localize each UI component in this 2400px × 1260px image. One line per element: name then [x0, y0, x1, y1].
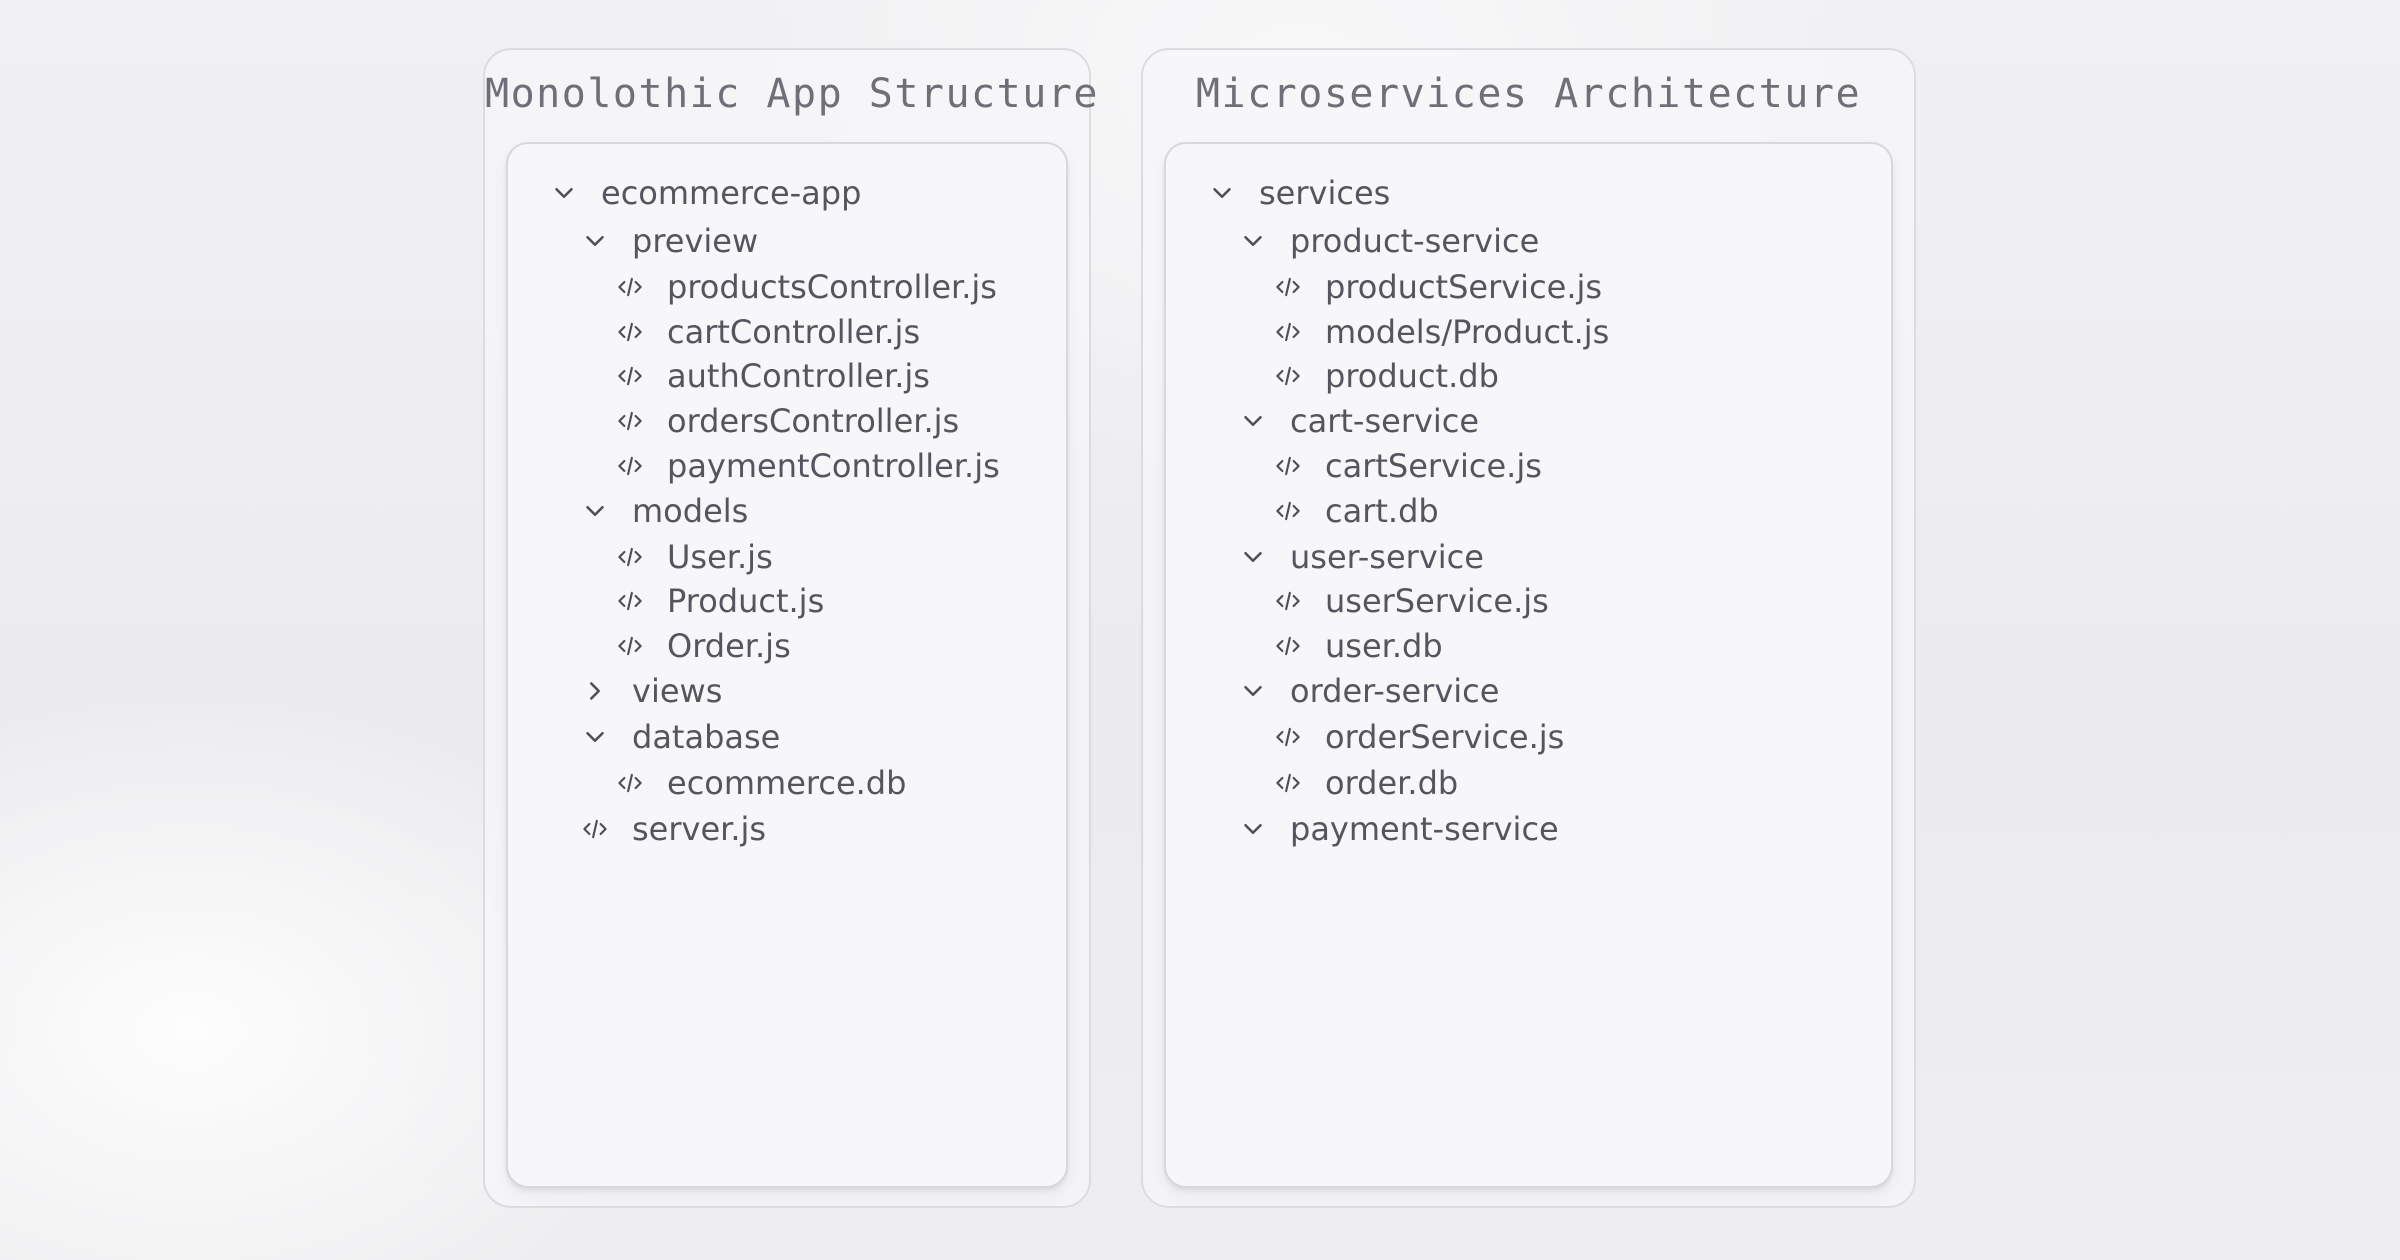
code-icon	[1271, 720, 1305, 754]
code-icon	[613, 359, 647, 393]
tree-item-label: cartController.js	[667, 313, 921, 351]
tree-file-product-db[interactable]: product.db	[1166, 351, 1499, 401]
tree-item-label: cart-service	[1290, 402, 1480, 440]
tree-file-order-js[interactable]: Order.js	[508, 621, 791, 671]
code-icon	[1271, 359, 1305, 393]
monolith-file-tree: ecommerce-app preview productsController.j…	[506, 142, 1068, 1188]
tree-file-productservice-js[interactable]: productService.js	[1166, 262, 1602, 312]
tree-folder-product-service[interactable]: product-service	[1166, 216, 1539, 266]
tree-file-user-db[interactable]: user.db	[1166, 621, 1443, 671]
code-icon	[1271, 494, 1305, 528]
code-icon	[613, 584, 647, 618]
tree-item-label: services	[1259, 174, 1391, 212]
tree-item-label: User.js	[667, 538, 773, 576]
tree-item-label: ecommerce-app	[601, 174, 862, 212]
code-icon	[613, 270, 647, 304]
chevron-down-icon[interactable]	[1236, 224, 1270, 258]
tree-file-paymentcontroller-js[interactable]: paymentController.js	[508, 441, 1000, 491]
tree-file-ecommerce-db[interactable]: ecommerce.db	[508, 758, 906, 808]
microservices-panel: Microservices Architecture services produ…	[1141, 48, 1916, 1208]
tree-item-label: order.db	[1325, 764, 1459, 802]
code-icon	[613, 629, 647, 663]
code-icon	[1271, 584, 1305, 618]
tree-item-label: Order.js	[667, 627, 791, 665]
tree-item-label: payment-service	[1290, 810, 1559, 848]
tree-item-label: product-service	[1290, 222, 1540, 260]
microservices-panel-title: Microservices Architecture	[1195, 71, 1862, 117]
tree-item-label: orderService.js	[1325, 718, 1565, 756]
code-icon	[1271, 270, 1305, 304]
tree-folder-services[interactable]: services	[1166, 168, 1390, 218]
tree-item-label: server.js	[632, 810, 767, 848]
tree-folder-payment-service[interactable]: payment-service	[1166, 804, 1559, 854]
tree-item-label: productsController.js	[667, 268, 997, 306]
tree-item-label: authController.js	[667, 357, 930, 395]
tree-item-label: Product.js	[667, 582, 825, 620]
tree-folder-cart-service[interactable]: cart-service	[1166, 396, 1479, 446]
tree-item-label: user.db	[1325, 627, 1443, 665]
tree-item-label: product.db	[1325, 357, 1499, 395]
tree-file-cart-db[interactable]: cart.db	[1166, 486, 1439, 536]
tree-file-product-js[interactable]: Product.js	[508, 576, 824, 626]
tree-file-userservice-js[interactable]: userService.js	[1166, 576, 1549, 626]
tree-file-server-js[interactable]: server.js	[508, 804, 766, 854]
tree-file-user-js[interactable]: User.js	[508, 532, 773, 582]
chevron-down-icon[interactable]	[1236, 674, 1270, 708]
tree-file-cartservice-js[interactable]: cartService.js	[1166, 441, 1542, 491]
tree-item-label: ecommerce.db	[667, 764, 907, 802]
tree-item-label: paymentController.js	[667, 447, 1000, 485]
monolith-panel-title: Monolothic App Structure	[485, 71, 1099, 117]
tree-item-label: userService.js	[1325, 582, 1549, 620]
tree-folder-database[interactable]: database	[508, 712, 780, 762]
tree-folder-preview[interactable]: preview	[508, 216, 758, 266]
tree-folder-views[interactable]: views	[508, 666, 722, 716]
code-icon	[1271, 449, 1305, 483]
code-icon	[1271, 629, 1305, 663]
tree-file-cartcontroller-js[interactable]: cartController.js	[508, 307, 920, 357]
code-icon	[1271, 766, 1305, 800]
chevron-down-icon[interactable]	[578, 224, 612, 258]
code-icon	[613, 404, 647, 438]
tree-folder-user-service[interactable]: user-service	[1166, 532, 1484, 582]
tree-item-label: models	[632, 492, 749, 530]
tree-item-label: database	[632, 718, 781, 756]
chevron-down-icon[interactable]	[1205, 176, 1239, 210]
microservices-file-tree: services product-service productService.js…	[1164, 142, 1893, 1188]
tree-file-orderservice-js[interactable]: orderService.js	[1166, 712, 1564, 762]
tree-item-label: user-service	[1290, 538, 1484, 576]
tree-item-label: cartService.js	[1325, 447, 1542, 485]
chevron-down-icon[interactable]	[1236, 404, 1270, 438]
tree-file-models-product-js[interactable]: models/Product.js	[1166, 307, 1609, 357]
chevron-down-icon[interactable]	[1236, 812, 1270, 846]
tree-file-order-db[interactable]: order.db	[1166, 758, 1458, 808]
code-icon	[578, 812, 612, 846]
tree-item-label: order-service	[1290, 672, 1500, 710]
tree-file-productscontroller-js[interactable]: productsController.js	[508, 262, 997, 312]
code-icon	[1271, 315, 1305, 349]
tree-folder-order-service[interactable]: order-service	[1166, 666, 1499, 716]
tree-item-label: productService.js	[1325, 268, 1603, 306]
tree-folder-ecommerce-app[interactable]: ecommerce-app	[508, 168, 861, 218]
chevron-down-icon[interactable]	[578, 494, 612, 528]
tree-file-authcontroller-js[interactable]: authController.js	[508, 351, 930, 401]
chevron-down-icon[interactable]	[547, 176, 581, 210]
chevron-down-icon[interactable]	[1236, 540, 1270, 574]
code-icon	[613, 540, 647, 574]
chevron-right-icon[interactable]	[578, 674, 612, 708]
tree-folder-models[interactable]: models	[508, 486, 748, 536]
code-icon	[613, 315, 647, 349]
tree-file-orderscontroller-js[interactable]: ordersController.js	[508, 396, 959, 446]
chevron-down-icon[interactable]	[578, 720, 612, 754]
code-icon	[613, 766, 647, 800]
tree-item-label: models/Product.js	[1325, 313, 1610, 351]
tree-item-label: ordersController.js	[667, 402, 960, 440]
monolith-panel: Monolothic App Structure ecommerce-app pr…	[483, 48, 1099, 1208]
tree-item-label: cart.db	[1325, 492, 1439, 530]
tree-item-label: views	[632, 672, 723, 710]
tree-item-label: preview	[632, 222, 759, 260]
code-icon	[613, 449, 647, 483]
